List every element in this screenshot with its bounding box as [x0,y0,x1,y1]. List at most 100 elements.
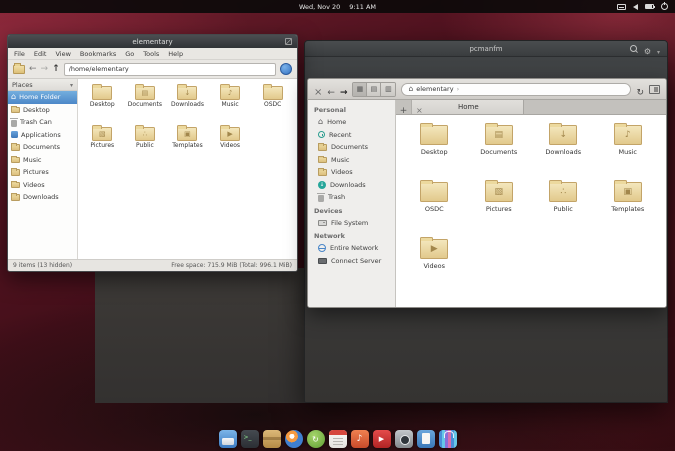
folder-osdc[interactable]: OSDC [420,182,448,229]
place-home-folder[interactable]: Home Folder [8,91,77,104]
tab-home[interactable]: Home [412,100,524,114]
folder-templates[interactable]: Templates [172,127,203,160]
menu-edit[interactable]: Edit [34,50,47,58]
status-items-count: 9 items (13 hidden) [13,262,72,269]
split-pane-icon[interactable] [649,85,660,94]
breadcrumb[interactable]: elementary [401,83,631,96]
folder-icon [11,194,20,201]
folder-icon [135,86,155,100]
up-icon[interactable] [52,65,60,74]
folder-downloads[interactable]: Downloads [171,86,204,119]
folder-downloads[interactable]: Downloads [545,125,581,172]
grid-view-button[interactable] [353,83,367,96]
folder-videos[interactable]: Videos [420,239,448,286]
folder-documents[interactable]: Documents [128,86,162,119]
back-icon[interactable] [327,80,335,99]
files-icon-view[interactable]: Desktop Documents Downloads Music OSDC P… [396,115,666,307]
chevron-down-icon[interactable] [657,39,660,58]
folder-videos[interactable]: Videos [220,127,240,160]
gear-icon[interactable] [644,39,651,58]
folder-templates[interactable]: Templates [611,182,644,229]
close-icon[interactable] [314,80,322,99]
folder-icon [420,239,448,259]
dock-icon-calendar[interactable] [329,430,347,448]
dock-icon-software-update[interactable] [307,430,325,448]
folder-pictures[interactable]: Pictures [485,182,513,229]
folder-music[interactable]: Music [614,125,642,172]
sidebar-item-music[interactable]: Music [308,154,395,167]
search-icon[interactable] [630,45,638,53]
menu-tools[interactable]: Tools [143,50,159,58]
dock-icon-terminal[interactable] [241,430,259,448]
breadcrumb-root[interactable]: elementary [416,85,453,93]
dock-icon-camera[interactable] [395,430,413,448]
folder-desktop[interactable]: Desktop [90,86,115,119]
place-applications[interactable]: Applications [8,129,77,142]
folder-music[interactable]: Music [220,86,240,119]
pcmanfm-titlebar[interactable]: pcmanfm [305,41,667,57]
menu-help[interactable]: Help [168,50,183,58]
folder-pictures[interactable]: Pictures [90,127,114,160]
place-documents[interactable]: Documents [8,141,77,154]
dock-icon-web-browser[interactable] [285,430,303,448]
download-glyph [178,87,196,99]
battery-indicator-icon[interactable] [645,4,654,9]
maximize-icon[interactable] [285,38,292,45]
back-icon[interactable] [29,65,37,74]
sound-indicator-icon[interactable] [633,4,638,10]
dock-icon-appcenter[interactable] [439,430,457,448]
menu-go[interactable]: Go [125,50,134,58]
breadcrumb-separator-icon [457,85,460,93]
sidebar-item-file-system[interactable]: File System [308,217,395,230]
sidebar-item-videos[interactable]: Videos [308,166,395,179]
place-pictures[interactable]: Pictures [8,166,77,179]
column-view-button[interactable] [381,83,395,96]
new-tab-button[interactable] [396,100,412,114]
sidebar-item-documents[interactable]: Documents [308,141,395,154]
go-icon[interactable] [280,63,292,75]
place-trash-can[interactable]: Trash Can [8,116,77,129]
place-desktop[interactable]: Desktop [8,104,77,117]
menu-bookmarks[interactable]: Bookmarks [80,50,116,58]
place-music[interactable]: Music [8,154,77,167]
dock-icon-text-editor[interactable] [417,430,435,448]
keyboard-indicator-icon[interactable] [617,4,626,10]
folder-documents[interactable]: Documents [480,125,517,172]
left-icon-view[interactable]: Desktop Documents Downloads Music OSDC P… [78,79,297,259]
menu-view[interactable]: View [55,50,70,58]
folder-icon [318,144,327,151]
folder-icon [11,107,20,114]
sidebar-item-connect-server[interactable]: Connect Server [308,255,395,268]
new-tab-folder-icon[interactable] [13,65,25,74]
folder-public[interactable]: Public [135,127,155,160]
folder-public[interactable]: Public [549,182,577,229]
forward-icon[interactable] [340,80,348,99]
list-view-button[interactable] [367,83,381,96]
forward-icon[interactable] [41,65,49,74]
sidebar-item-entire-network[interactable]: Entire Network [308,242,395,255]
folder-icon [485,125,513,145]
sidebar-item-downloads[interactable]: Downloads [308,179,395,192]
folder-icon [420,182,448,202]
reload-icon[interactable] [636,80,644,99]
path-input[interactable] [64,63,276,76]
folder-desktop[interactable]: Desktop [420,125,448,172]
dock-icon-files[interactable] [219,430,237,448]
dock-icon-videos[interactable] [373,430,391,448]
power-indicator-icon[interactable] [661,3,668,10]
sidebar-item-trash[interactable]: Trash [308,191,395,204]
dock-icon-archive[interactable] [263,430,281,448]
place-videos[interactable]: Videos [8,179,77,192]
sidebar-item-recent[interactable]: Recent [308,129,395,142]
menu-file[interactable]: File [14,50,25,58]
sidebar-item-home[interactable]: Home [308,116,395,129]
clock[interactable]: Wed, Nov 20 9:11 AM [0,0,675,13]
places-header[interactable]: Places [8,79,77,91]
folder-osdc[interactable]: OSDC [263,86,283,119]
place-downloads[interactable]: Downloads [8,191,77,204]
globe-icon [318,244,326,252]
template-glyph [615,183,641,201]
dock-icon-music[interactable] [351,430,369,448]
left-titlebar[interactable]: elementary [8,35,297,48]
tab-close-icon[interactable] [416,98,423,117]
